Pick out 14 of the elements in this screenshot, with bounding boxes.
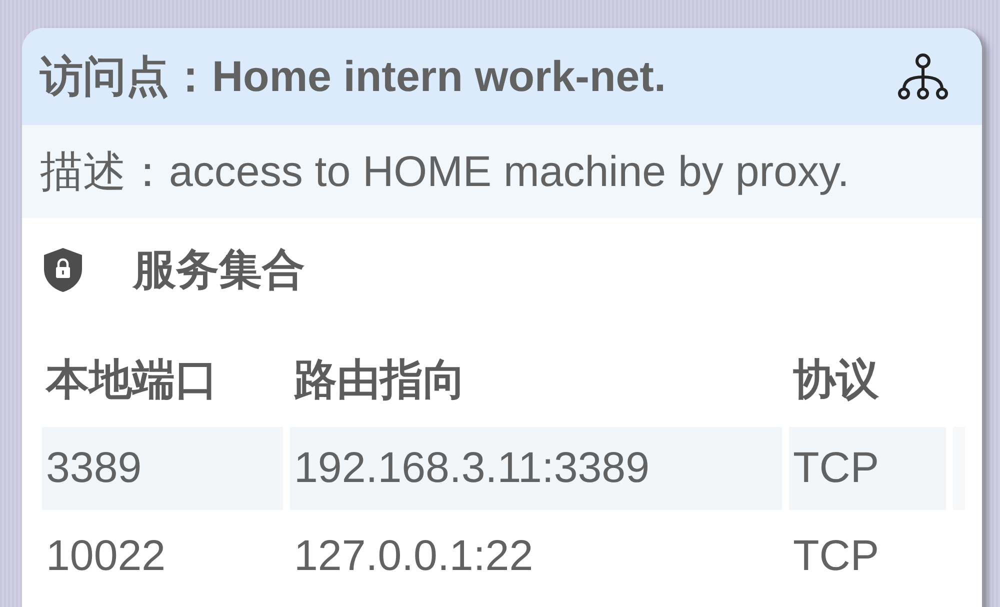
description-text: 描述：access to HOME machine by proxy. (40, 146, 850, 198)
access-point-title: 访问点：Home intern work-net. (40, 52, 666, 102)
network-tree-icon[interactable] (898, 53, 948, 100)
section-title: 服务集合 (133, 245, 305, 296)
table-cell[interactable]: 192.168.3.11:3389 (290, 427, 782, 510)
table-cell[interactable]: TCP (789, 515, 946, 598)
table-cell[interactable]: 127.0.0.1:22 (290, 515, 782, 598)
column-header: 路由指向 (293, 355, 467, 406)
column-header: 协议 (792, 355, 880, 406)
column-header: 本地端口 (44, 355, 219, 406)
table-cell[interactable]: 3389 (42, 427, 283, 510)
table-cell[interactable]: 10022 (42, 515, 283, 598)
shield-lock-icon (42, 247, 84, 293)
table-cell[interactable]: TCP (789, 427, 946, 510)
